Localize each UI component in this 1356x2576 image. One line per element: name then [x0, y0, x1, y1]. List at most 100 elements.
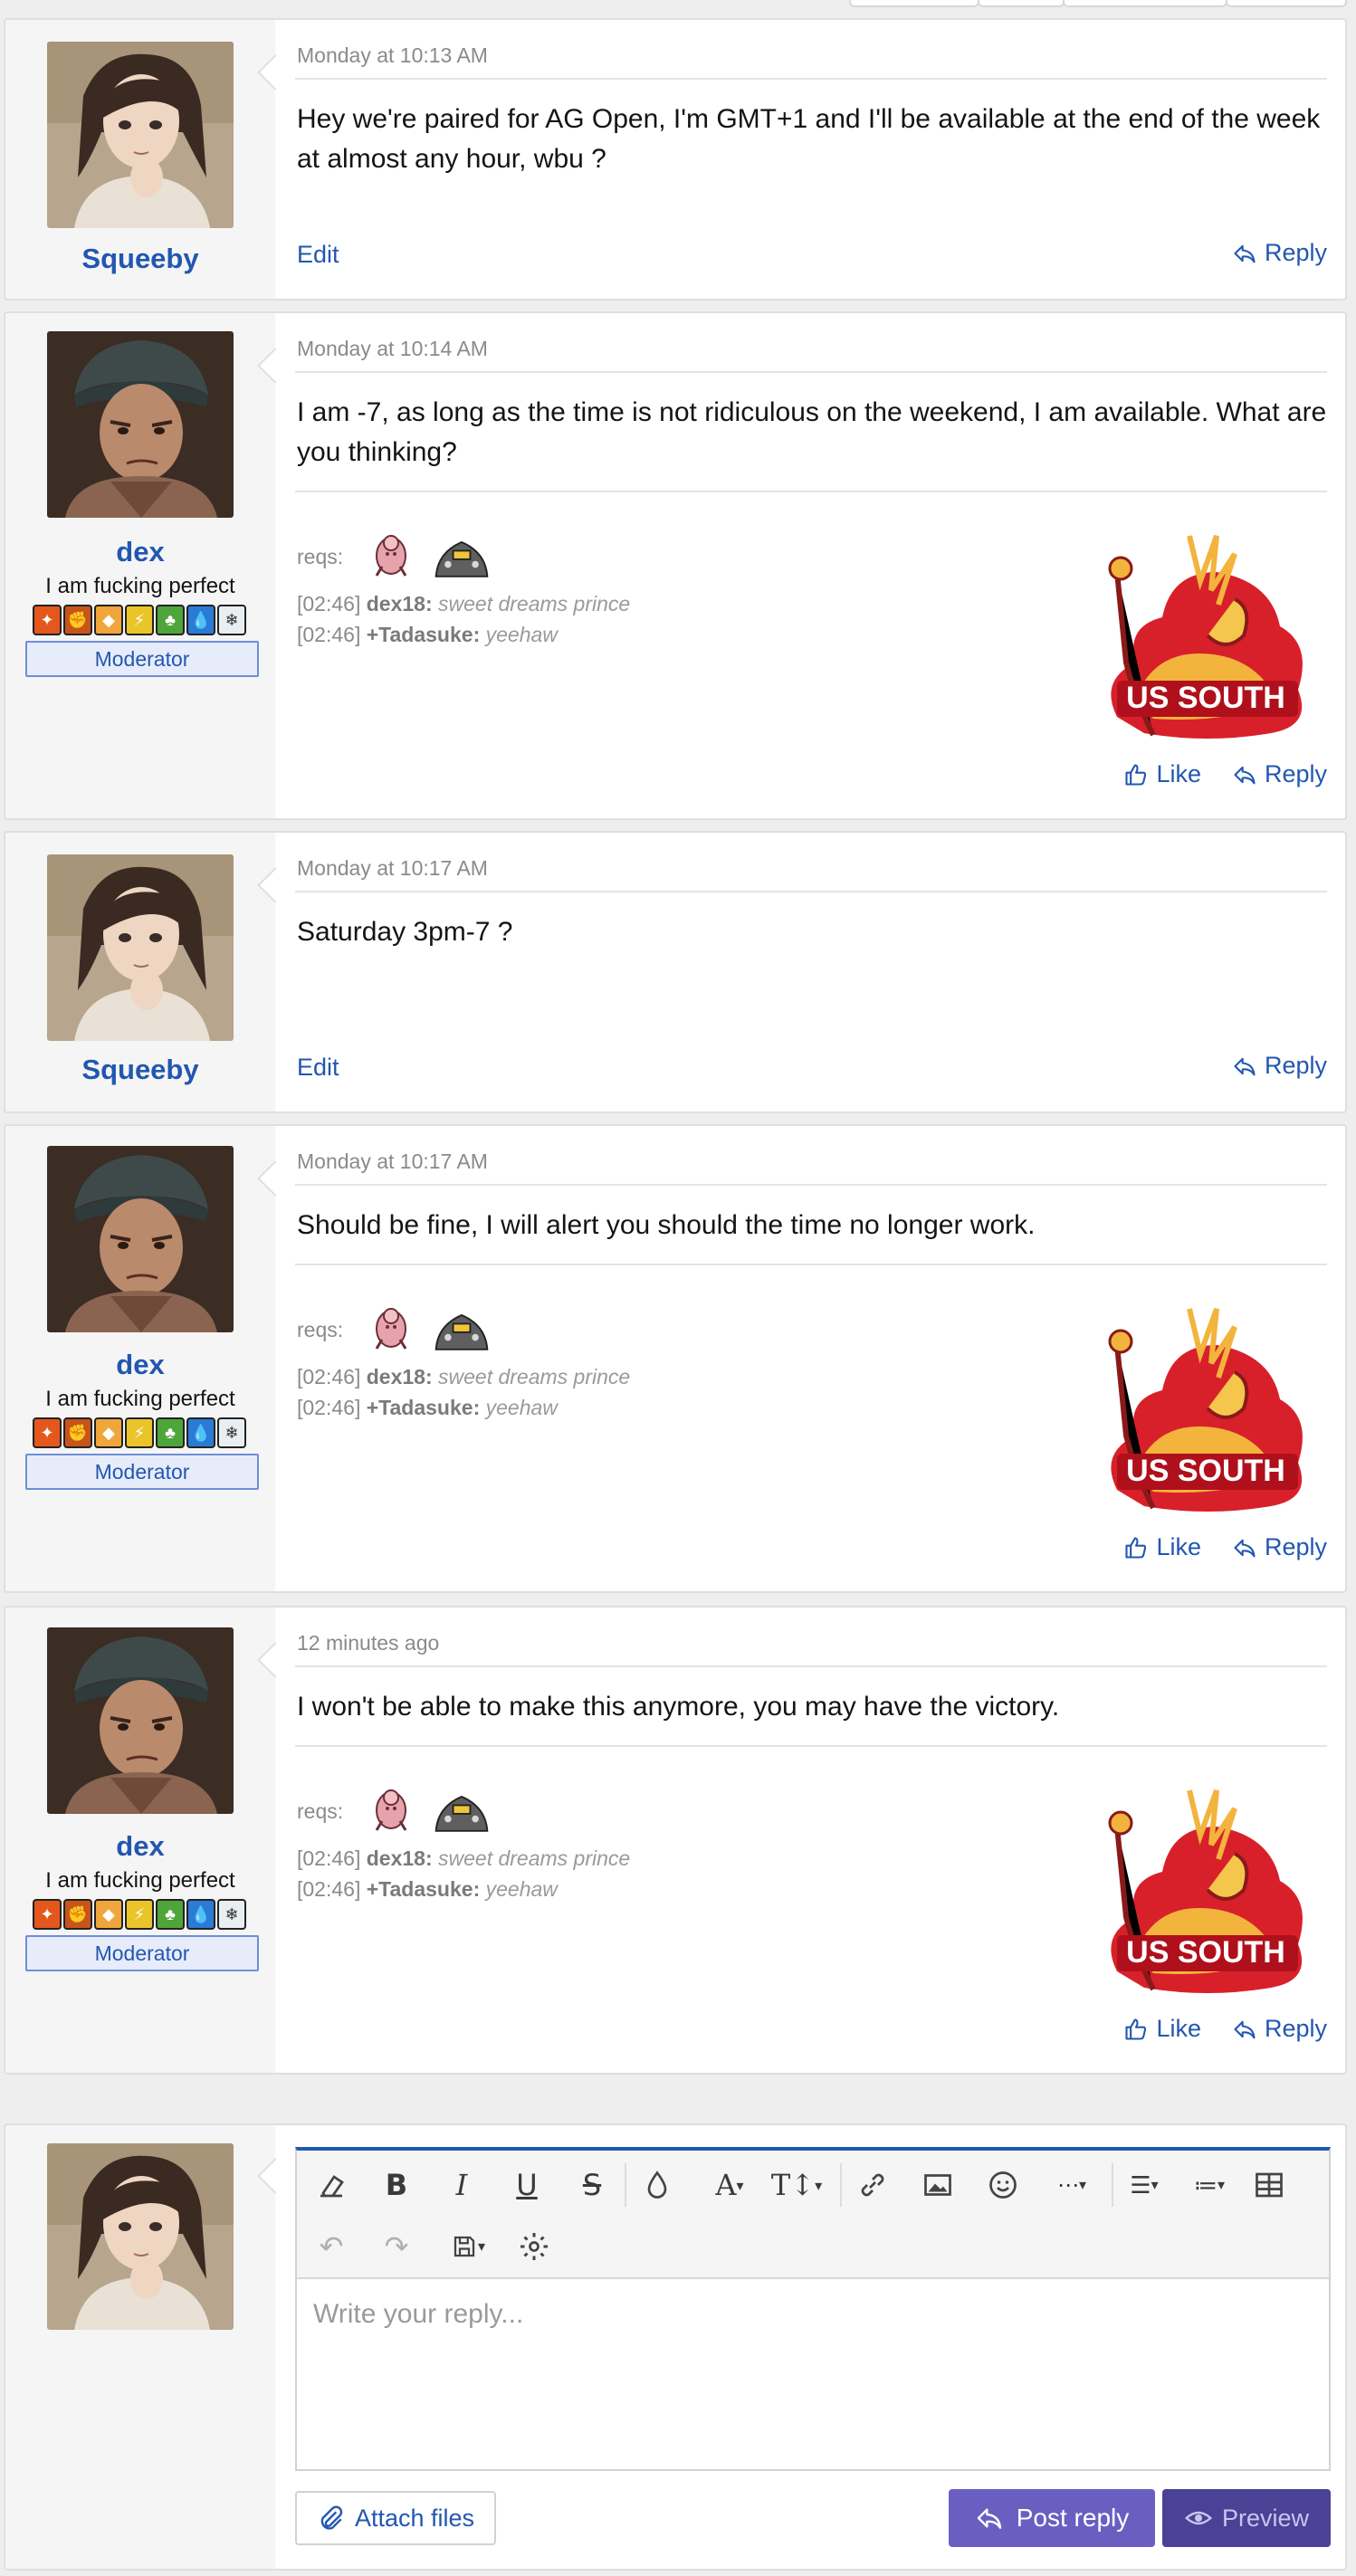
svg-text:US SOUTH: US SOUTH	[1126, 1454, 1285, 1488]
top-tab[interactable]	[849, 0, 979, 7]
like-button[interactable]: Like	[1123, 2015, 1201, 2043]
top-pagination-strip	[0, 0, 1356, 7]
top-tab[interactable]	[1063, 0, 1227, 7]
fire-type-icon: ✦	[33, 1417, 62, 1448]
reply-button[interactable]: Reply	[1232, 2015, 1327, 2043]
username[interactable]: dex	[5, 1830, 275, 1863]
post-dex-2: dex I am fucking perfect ✦ ✊ ◆ ⚡ ♣ 💧 ❄ M…	[4, 1124, 1347, 1593]
align-icon[interactable]: ☰ ▾	[1117, 2165, 1171, 2205]
us-south-logo: US SOUTH	[1099, 518, 1313, 740]
attach-files-button[interactable]: Attach files	[295, 2491, 496, 2545]
reply-icon	[1232, 762, 1257, 787]
fire-type-icon: ✦	[33, 1899, 62, 1930]
post-reply-button[interactable]: Post reply	[949, 2489, 1155, 2547]
post-date[interactable]: 12 minutes ago	[297, 1631, 439, 1655]
post-actions: Reply	[1232, 239, 1327, 267]
drafts-icon[interactable]: ▾	[440, 2227, 496, 2266]
bold-icon[interactable]: B	[377, 2165, 416, 2205]
italic-icon[interactable]: I	[442, 2165, 482, 2205]
post-actions: Reply	[1232, 1052, 1327, 1080]
reply-button[interactable]: Reply	[1232, 239, 1327, 267]
image-icon[interactable]	[918, 2165, 958, 2205]
post-date[interactable]: Monday at 10:17 AM	[297, 1150, 488, 1174]
rich-text-editor: B I U S A ▾ T↕ ▾ ⋯ ▾ ☰ ▾ ≔ ▾ ↶ ↷ ▾ Write…	[295, 2147, 1331, 2471]
us-south-logo: US SOUTH	[1099, 1291, 1313, 1513]
toolbar-separator	[1112, 2163, 1113, 2207]
post-date[interactable]: Monday at 10:17 AM	[297, 856, 488, 881]
username[interactable]: Squeeby	[5, 243, 275, 275]
undo-icon[interactable]: ↶	[311, 2227, 351, 2266]
username[interactable]: Squeeby	[5, 1054, 275, 1086]
avatar[interactable]	[47, 854, 234, 1041]
like-button[interactable]: Like	[1123, 760, 1201, 788]
more-options-icon[interactable]: ⋯ ▾	[1045, 2165, 1099, 2205]
link-icon[interactable]	[853, 2165, 893, 2205]
type-badges: ✦ ✊ ◆ ⚡ ♣ 💧 ❄	[33, 1899, 250, 1932]
toolbar-separator	[625, 2163, 626, 2207]
reply-label: Reply	[1264, 1052, 1327, 1079]
avatar[interactable]	[47, 42, 234, 228]
user-title: I am fucking perfect	[45, 1387, 235, 1411]
clear-formatting-icon[interactable]	[311, 2165, 351, 2205]
type-badges: ✦ ✊ ◆ ⚡ ♣ 💧 ❄	[33, 605, 250, 637]
edit-link[interactable]: Edit	[297, 1054, 339, 1082]
edit-link[interactable]: Edit	[297, 241, 339, 269]
reqs-label: reqs:	[297, 1318, 344, 1341]
like-button[interactable]: Like	[1123, 1533, 1201, 1561]
chat-line: [02:46] +Tadasuke: yeehaw	[297, 1877, 558, 1901]
username[interactable]: dex	[5, 536, 275, 568]
fighting-type-icon: ✊	[63, 1899, 92, 1930]
user-cell	[5, 2125, 275, 2569]
reply-label: Reply	[1264, 760, 1327, 787]
color-drop-icon[interactable]	[637, 2165, 677, 2205]
electric-type-icon: ⚡	[125, 605, 154, 635]
preview-button[interactable]: Preview	[1162, 2489, 1331, 2547]
settings-gear-icon[interactable]	[514, 2227, 554, 2266]
svg-text:US SOUTH: US SOUTH	[1126, 681, 1285, 715]
divider	[295, 1665, 1327, 1667]
grass-type-icon: ♣	[156, 1417, 185, 1448]
ground-type-icon: ◆	[94, 605, 123, 635]
reply-button[interactable]: Reply	[1232, 1533, 1327, 1561]
reply-input[interactable]	[297, 2279, 1329, 2469]
user-cell: dex I am fucking perfect ✦ ✊ ◆ ⚡ ♣ 💧 ❄ M…	[5, 313, 275, 818]
user-cell: dex I am fucking perfect ✦ ✊ ◆ ⚡ ♣ 💧 ❄ M…	[5, 1126, 275, 1591]
username[interactable]: dex	[5, 1349, 275, 1381]
strikethrough-icon[interactable]: S	[572, 2165, 612, 2205]
thumbs-up-icon	[1123, 1535, 1149, 1560]
editor-toolbar: B I U S A ▾ T↕ ▾ ⋯ ▾ ☰ ▾ ≔ ▾ ↶ ↷ ▾	[297, 2151, 1329, 2279]
chat-line: [02:46] dex18: sweet dreams prince	[297, 1846, 631, 1870]
smiley-icon[interactable]	[983, 2165, 1023, 2205]
font-family-icon[interactable]: A ▾	[702, 2165, 757, 2205]
redo-icon[interactable]: ↷	[377, 2227, 416, 2266]
type-badges: ✦ ✊ ◆ ⚡ ♣ 💧 ❄	[33, 1417, 250, 1450]
top-tab[interactable]	[978, 0, 1065, 7]
underline-icon[interactable]: U	[507, 2165, 547, 2205]
signature-divider	[295, 1264, 1327, 1265]
post-date[interactable]: Monday at 10:14 AM	[297, 337, 488, 361]
avatar[interactable]	[47, 1146, 234, 1332]
font-size-icon[interactable]: T↕ ▾	[768, 2165, 826, 2205]
top-tab[interactable]	[1226, 0, 1347, 7]
thumbs-up-icon	[1123, 2017, 1149, 2042]
pink-pokemon-icon	[366, 1785, 416, 1832]
avatar[interactable]	[47, 1627, 234, 1814]
table-icon[interactable]	[1249, 2165, 1289, 2205]
reply-button[interactable]: Reply	[1232, 760, 1327, 788]
chat-line: [02:46] +Tadasuke: yeehaw	[297, 623, 558, 646]
toolbar-separator	[840, 2163, 842, 2207]
fighting-type-icon: ✊	[63, 605, 92, 635]
water-type-icon: 💧	[186, 605, 215, 635]
avatar[interactable]	[47, 331, 234, 518]
electric-type-icon: ⚡	[125, 1899, 154, 1930]
pink-pokemon-icon	[366, 1303, 416, 1350]
ground-type-icon: ◆	[94, 1899, 123, 1930]
list-icon[interactable]: ≔ ▾	[1182, 2165, 1237, 2205]
reply-button[interactable]: Reply	[1232, 1052, 1327, 1080]
post-date[interactable]: Monday at 10:13 AM	[297, 43, 488, 68]
avatar[interactable]	[47, 2143, 234, 2330]
moderator-banner: Moderator	[25, 641, 259, 677]
divider	[295, 1184, 1327, 1186]
reply-label: Reply	[1264, 1533, 1327, 1560]
reqs-label: reqs:	[297, 1799, 344, 1823]
